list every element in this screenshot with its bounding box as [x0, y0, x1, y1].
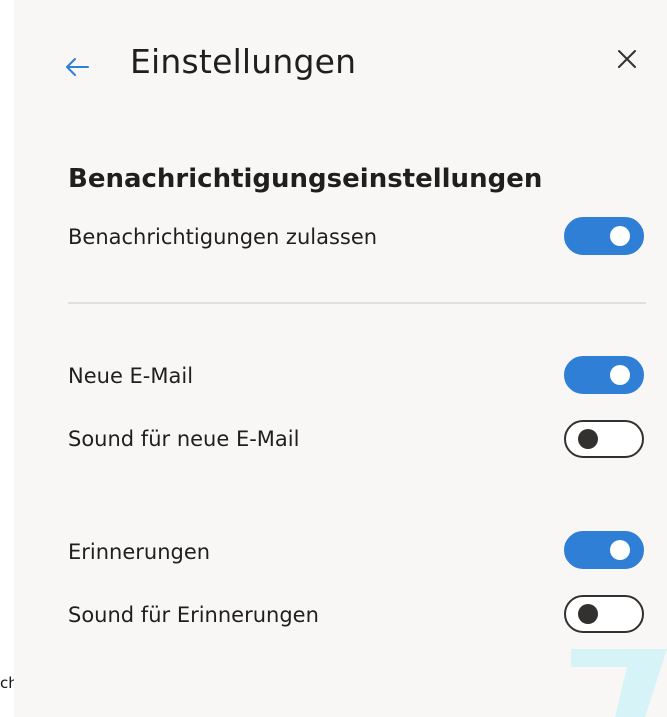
toggle-knob — [578, 604, 598, 624]
toggle-knob — [610, 365, 630, 385]
reminders-sound-label: Sound für Erinnerungen — [68, 603, 319, 627]
page-title: Einstellungen — [130, 42, 357, 81]
notification-settings-heading: Benachrichtigungseinstellungen — [68, 164, 543, 194]
settings-panel: Einstellungen Benachrichtigungseinstellu… — [14, 0, 667, 717]
divider — [68, 302, 646, 304]
allow-notifications-toggle[interactable] — [564, 217, 644, 255]
new-email-sound-toggle[interactable] — [564, 420, 644, 458]
reminders-sound-toggle[interactable] — [564, 595, 644, 633]
reminders-toggle[interactable] — [564, 531, 644, 569]
toggle-knob — [578, 429, 598, 449]
back-arrow-icon[interactable] — [62, 52, 92, 82]
new-email-toggle[interactable] — [564, 356, 644, 394]
reminders-label: Erinnerungen — [68, 540, 211, 564]
toggle-knob — [610, 226, 630, 246]
toggle-knob — [610, 540, 630, 560]
allow-notifications-label: Benachrichtigungen zulassen — [68, 225, 378, 249]
new-email-sound-label: Sound für neue E-Mail — [68, 427, 300, 451]
new-email-label: Neue E-Mail — [68, 364, 194, 388]
watermark-shape — [571, 649, 667, 717]
close-icon[interactable] — [612, 44, 642, 74]
